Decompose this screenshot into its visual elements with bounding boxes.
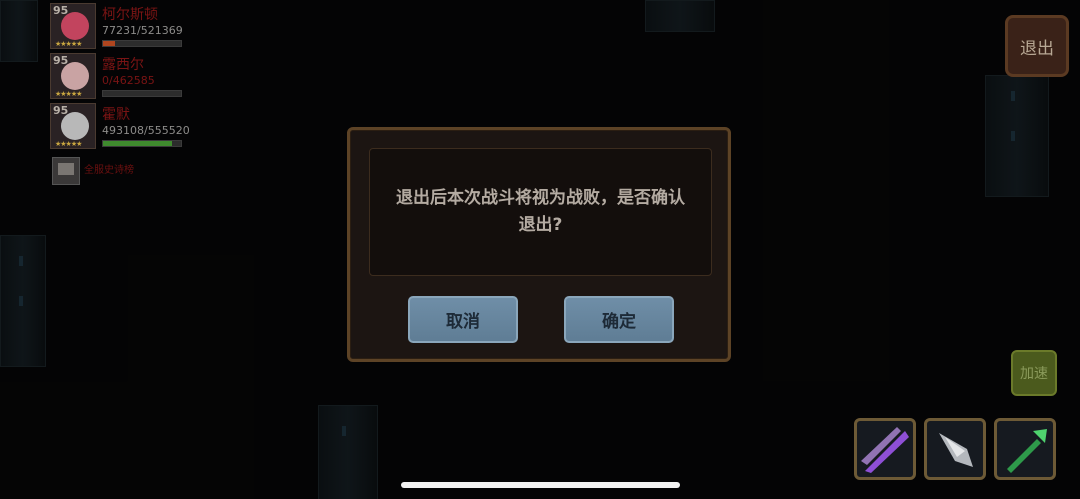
- silver-blade-icon: [939, 433, 973, 467]
- hero-hp-text: 493108/555520: [102, 124, 190, 137]
- cancel-button[interactable]: 取消: [408, 296, 518, 343]
- hero-portrait: 95 ★★★★★: [50, 103, 96, 149]
- hero-name: 露西尔: [102, 57, 144, 73]
- hp-bar-fill: [103, 41, 115, 46]
- hero-face-icon: [61, 62, 89, 90]
- hp-bar-fill: [103, 141, 173, 146]
- skill-slot[interactable]: [854, 418, 916, 480]
- home-indicator[interactable]: [401, 482, 680, 488]
- speed-up-button[interactable]: 加速: [1011, 350, 1057, 396]
- confirm-button[interactable]: 确定: [564, 296, 674, 343]
- leaderboard-label: 全服史诗榜: [84, 165, 134, 176]
- hero-portrait: 95 ★★★★★: [50, 3, 96, 49]
- hero-name: 柯尔斯顿: [102, 7, 158, 23]
- hero-hp-text: 0/462585: [102, 74, 155, 87]
- leaderboard-entry[interactable]: 全服史诗榜: [50, 157, 190, 191]
- hero-stars: ★★★★★: [55, 90, 82, 98]
- leaderboard-icon: [52, 157, 80, 185]
- hero-stars: ★★★★★: [55, 140, 82, 148]
- skill-slot[interactable]: [924, 418, 986, 480]
- party-member[interactable]: 95 ★★★★★ 霍默 493108/555520: [50, 103, 190, 151]
- party-member[interactable]: 95 ★★★★★ 露西尔 0/462585: [50, 53, 190, 101]
- party-panel: 95 ★★★★★ 柯尔斯顿 77231/521369 95 ★★★★★ 露西尔 …: [50, 3, 190, 191]
- exit-button[interactable]: 退出: [1005, 15, 1069, 77]
- hero-face-icon: [61, 12, 89, 40]
- green-arrow-icon: [1007, 429, 1047, 473]
- skill-slot[interactable]: [994, 418, 1056, 480]
- hero-name: 霍默: [102, 107, 130, 123]
- hero-stars: ★★★★★: [55, 40, 82, 48]
- hero-hp-text: 77231/521369: [102, 24, 183, 37]
- dialog-message-box: 退出后本次战斗将视为战败，是否确认退出?: [369, 148, 712, 276]
- hero-hp-bar: [102, 40, 182, 47]
- hero-hp-bar: [102, 90, 182, 97]
- purple-slash-icon: [861, 427, 909, 473]
- party-member[interactable]: 95 ★★★★★ 柯尔斯顿 77231/521369: [50, 3, 190, 51]
- dialog-message: 退出后本次战斗将视为战败，是否确认退出?: [396, 188, 685, 235]
- hero-face-icon: [61, 112, 89, 140]
- exit-confirm-dialog: 退出后本次战斗将视为战败，是否确认退出? 取消 确定: [347, 127, 731, 362]
- hero-hp-bar: [102, 140, 182, 147]
- hero-portrait: 95 ★★★★★: [50, 53, 96, 99]
